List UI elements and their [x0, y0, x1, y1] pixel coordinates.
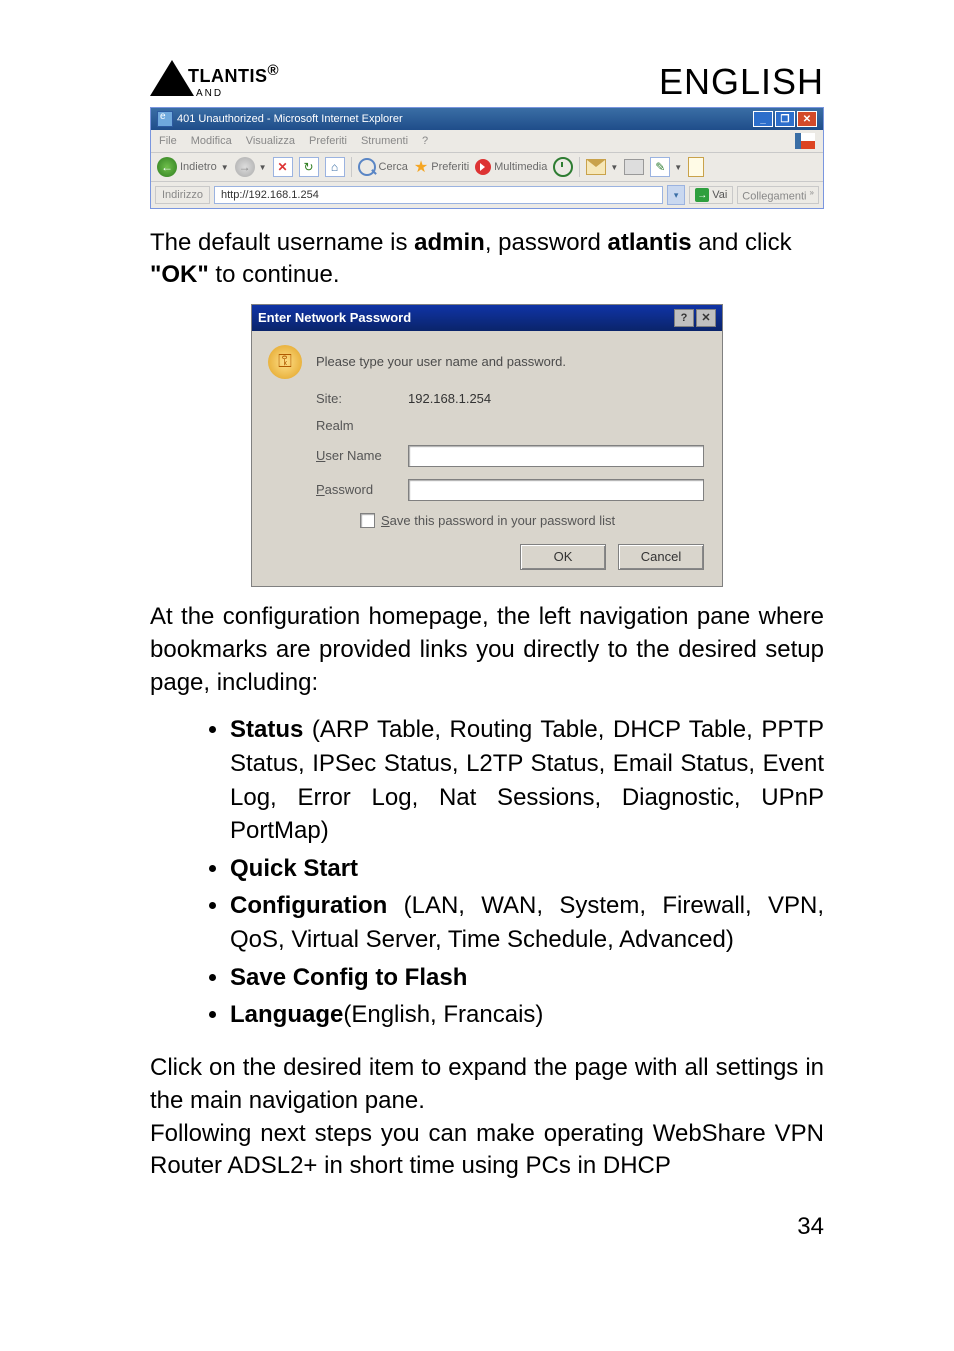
menu-visualizza[interactable]: Visualizza — [246, 135, 295, 147]
go-button[interactable]: →Vai — [689, 186, 733, 204]
ie-menubar: File Modifica Visualizza Preferiti Strum… — [151, 130, 823, 153]
dialog-title: Enter Network Password — [258, 310, 411, 325]
edit-icon: ✎ — [650, 157, 670, 177]
password-dialog: Enter Network Password ? ✕ ⚿ Please type… — [251, 304, 723, 587]
menu-modifica[interactable]: Modifica — [191, 135, 232, 147]
nav-bullet-list: Status (ARP Table, Routing Table, DHCP T… — [150, 713, 824, 1031]
ie-page-icon — [157, 111, 173, 127]
dialog-close-button[interactable]: ✕ — [696, 309, 716, 327]
bullet-configuration: Configuration (LAN, WAN, System, Firewal… — [230, 889, 824, 956]
refresh-button[interactable]: ↻ — [299, 157, 319, 177]
brand-logo: TLANTIS® AND — [150, 60, 279, 103]
multimedia-button[interactable]: Multimedia — [475, 159, 547, 175]
mail-button[interactable]: ▼ — [586, 159, 618, 175]
cancel-button[interactable]: Cancel — [618, 544, 704, 570]
save-password-checkbox[interactable] — [360, 513, 375, 528]
realm-label: Realm — [316, 418, 408, 433]
window-close-button[interactable]: ✕ — [797, 111, 817, 127]
page-number: 34 — [150, 1213, 824, 1241]
bullet-save-config: Save Config to Flash — [230, 961, 824, 995]
ie-address-bar: Indirizzo http://192.168.1.254 ▾ →Vai Co… — [151, 182, 823, 208]
menu-help[interactable]: ? — [422, 135, 428, 147]
dialog-prompt: Please type your user name and password. — [316, 354, 566, 369]
dialog-help-button[interactable]: ? — [674, 309, 694, 327]
ok-button[interactable]: OK — [520, 544, 606, 570]
logo-subtext: AND — [196, 88, 223, 99]
window-maximize-button[interactable]: ❐ — [775, 111, 795, 127]
search-button[interactable]: Cerca — [358, 158, 408, 176]
print-button[interactable] — [624, 159, 644, 175]
site-label: Site: — [316, 391, 408, 406]
menu-strumenti[interactable]: Strumenti — [361, 135, 408, 147]
ie-titlebar: 401 Unauthorized - Microsoft Internet Ex… — [151, 108, 823, 130]
edit-button[interactable]: ✎▼ — [650, 157, 682, 177]
print-icon — [624, 159, 644, 175]
windows-flag-icon — [795, 133, 815, 149]
intro-text: The default username is admin, password … — [150, 227, 824, 292]
history-button[interactable] — [553, 157, 573, 177]
address-input[interactable]: http://192.168.1.254 — [214, 186, 663, 204]
keys-icon: ⚿ — [268, 345, 302, 379]
password-label: Password — [316, 482, 408, 497]
dialog-titlebar: Enter Network Password ? ✕ — [252, 305, 722, 331]
username-input[interactable] — [408, 445, 704, 467]
forward-button[interactable]: →▼ — [235, 157, 267, 177]
doc-button[interactable] — [688, 157, 704, 177]
language-header: ENGLISH — [659, 61, 824, 103]
bullet-status: Status (ARP Table, Routing Table, DHCP T… — [230, 713, 824, 847]
clock-icon — [553, 157, 573, 177]
ie-window: 401 Unauthorized - Microsoft Internet Ex… — [150, 107, 824, 209]
ie-title-text: 401 Unauthorized - Microsoft Internet Ex… — [177, 113, 403, 125]
menu-preferiti[interactable]: Preferiti — [309, 135, 347, 147]
search-icon — [358, 158, 376, 176]
media-icon — [475, 159, 491, 175]
password-input[interactable] — [408, 479, 704, 501]
links-button[interactable]: Collegamenti » — [737, 186, 819, 205]
back-button[interactable]: ←Indietro▼ — [157, 157, 229, 177]
home-button[interactable]: ⌂ — [325, 157, 345, 177]
bullet-language: Language(English, Francais) — [230, 998, 824, 1032]
stop-button[interactable]: ✕ — [273, 157, 293, 177]
username-label: User Name — [316, 448, 408, 463]
save-password-label: Save this password in your password list — [381, 513, 615, 528]
address-dropdown[interactable]: ▾ — [667, 185, 685, 205]
ie-toolbar: ←Indietro▼ →▼ ✕ ↻ ⌂ Cerca ★Preferiti Mul… — [151, 153, 823, 182]
go-arrow-icon: → — [695, 188, 709, 202]
bullet-quickstart: Quick Start — [230, 852, 824, 886]
logo-text: TLANTIS® — [188, 66, 279, 86]
site-value: 192.168.1.254 — [408, 391, 491, 406]
paragraph-click-desired: Click on the desired item to expand the … — [150, 1052, 824, 1118]
window-minimize-button[interactable]: _ — [753, 111, 773, 127]
paragraph-following-steps: Following next steps you can make operat… — [150, 1118, 824, 1184]
star-icon: ★ — [414, 157, 428, 177]
doc-icon — [688, 157, 704, 177]
favorites-button[interactable]: ★Preferiti — [414, 157, 469, 177]
menu-file[interactable]: File — [159, 135, 177, 147]
mail-icon — [586, 159, 606, 175]
paragraph-config-intro: At the configuration homepage, the left … — [150, 601, 824, 700]
address-label: Indirizzo — [155, 186, 210, 204]
